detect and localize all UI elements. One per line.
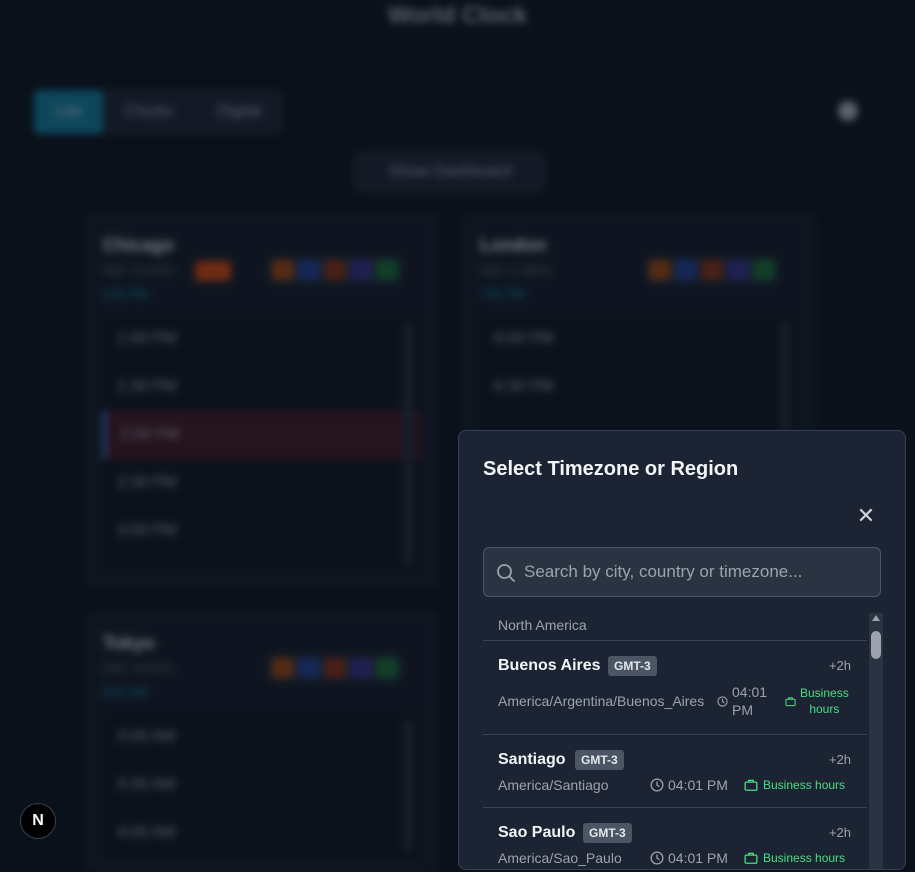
business-text: Business hours xyxy=(763,778,846,792)
timezone-list: North America Buenos Aires GMT-3 +2h Ame… xyxy=(483,613,867,869)
day-indicators xyxy=(646,257,778,283)
group-header: North America xyxy=(483,613,867,641)
search-input[interactable] xyxy=(524,548,874,596)
city-time: 4:01 AM xyxy=(103,685,148,699)
city-sub: GMT -5 (CDT) xyxy=(103,265,174,277)
timezone-offset: +2h xyxy=(828,658,851,673)
time-slot[interactable]: 3:00 PM xyxy=(103,507,421,555)
nextjs-dev-button[interactable]: N xyxy=(20,803,56,839)
tab-list[interactable]: List xyxy=(34,90,103,134)
theme-toggle-button[interactable] xyxy=(838,101,858,121)
city-card-chicago: Chicago GMT -5 (CDT) 2:01 PM 1:00 PM 1:3… xyxy=(86,214,438,586)
local-time-line: 04:01 xyxy=(732,684,768,700)
city-sub: GMT +9 (JST) xyxy=(103,663,173,675)
business-line: Business xyxy=(800,686,849,700)
scroll-up-arrow-icon[interactable] xyxy=(872,615,880,621)
city-time: 7:01 PM xyxy=(480,287,525,301)
tab-label: Clocks xyxy=(124,103,173,120)
timezone-zone: America/Argentina/Buenos_Aires xyxy=(498,693,705,709)
timezone-offset: +2h xyxy=(828,752,851,767)
time-slots: 1:00 PM 1:30 PM 2:00 PM 2:30 PM 3:00 PM xyxy=(103,315,421,571)
tab-label: List xyxy=(56,103,81,120)
business-text: Business hours xyxy=(763,851,846,865)
scroll-thumb[interactable] xyxy=(871,631,881,659)
time-slots: 3:00 AM 3:30 AM 4:00 AM xyxy=(103,713,421,857)
city-sub: GMT +1 (BST) xyxy=(480,265,552,277)
business-hours: Business hours xyxy=(744,851,845,865)
local-time: 04:01 PM xyxy=(650,777,728,793)
status-badge xyxy=(195,261,231,281)
clock-icon xyxy=(650,778,664,792)
clock-icon xyxy=(717,696,728,707)
local-time: 04:01 PM xyxy=(732,683,767,719)
time-slot[interactable]: 2:30 PM xyxy=(103,459,421,507)
search-field xyxy=(483,547,881,597)
briefcase-icon xyxy=(744,852,758,864)
gmt-badge: GMT-3 xyxy=(583,823,632,843)
briefcase-icon xyxy=(744,779,758,791)
day-indicators xyxy=(269,655,401,681)
gmt-badge: GMT-3 xyxy=(608,656,657,676)
time-slot[interactable]: 6:00 PM xyxy=(480,315,798,363)
next-badge-label: N xyxy=(32,812,44,829)
city-card-tokyo: Tokyo GMT +9 (JST) 4:01 AM 3:00 AM 3:30 … xyxy=(86,612,438,872)
time-slot[interactable]: 6:30 PM xyxy=(480,363,798,411)
local-time-text: 04:01 PM xyxy=(668,850,728,866)
timezone-modal: Select Timezone or Region ✕ North Americ… xyxy=(458,430,906,870)
tab-clocks[interactable]: Clocks xyxy=(103,90,195,134)
time-slot[interactable]: 4:00 AM xyxy=(103,809,421,857)
timezone-zone: America/Santiago xyxy=(498,777,609,793)
timezone-city: Buenos Aires xyxy=(498,657,601,674)
briefcase-icon xyxy=(785,697,796,707)
close-icon[interactable]: ✕ xyxy=(855,505,877,527)
clock-icon xyxy=(650,851,664,865)
local-time-line: PM xyxy=(732,702,753,718)
city-name: Chicago xyxy=(103,235,175,255)
time-slot[interactable]: 3:30 AM xyxy=(103,761,421,809)
time-slot-current[interactable]: 2:00 PM xyxy=(103,411,421,459)
tab-digital[interactable]: Digital xyxy=(195,90,283,134)
list-scrollbar[interactable] xyxy=(869,613,883,869)
business-hours: Business hours xyxy=(800,685,849,717)
timezone-city: Sao Paulo xyxy=(498,824,576,841)
local-time: 04:01 PM xyxy=(650,850,728,866)
scrollbar[interactable] xyxy=(403,719,413,851)
time-slot[interactable]: 1:30 PM xyxy=(103,363,421,411)
dashboard-label: Show Dashboard xyxy=(388,163,512,180)
day-indicators xyxy=(269,257,401,283)
timezone-offset: +2h xyxy=(828,825,851,840)
timezone-city: Santiago xyxy=(498,751,566,768)
city-time: 2:01 PM xyxy=(103,287,148,301)
gmt-badge: GMT-3 xyxy=(575,750,624,770)
view-tabs: List Clocks Digital xyxy=(34,90,284,134)
city-name: Tokyo xyxy=(103,633,155,653)
show-dashboard-button[interactable]: Show Dashboard xyxy=(355,152,545,192)
timezone-zone: America/Sao_Paulo xyxy=(498,850,622,866)
search-icon xyxy=(497,564,515,582)
app-title: World Clock xyxy=(387,2,528,29)
local-time-text: 04:01 PM xyxy=(668,777,728,793)
business-line: hours xyxy=(809,702,840,716)
time-slot[interactable]: 3:00 AM xyxy=(103,713,421,761)
timezone-item-buenos-aires[interactable]: Buenos Aires GMT-3 +2h America/Argentina… xyxy=(483,641,867,735)
tab-label: Digital xyxy=(216,103,262,120)
timezone-item-sao-paulo[interactable]: Sao Paulo GMT-3 +2h America/Sao_Paulo 04… xyxy=(483,808,867,869)
city-name: London xyxy=(480,235,546,255)
time-slot[interactable]: 1:00 PM xyxy=(103,315,421,363)
timezone-item-santiago[interactable]: Santiago GMT-3 +2h America/Santiago 04:0… xyxy=(483,735,867,808)
scrollbar[interactable] xyxy=(403,321,413,565)
business-hours: Business hours xyxy=(744,778,845,792)
modal-title: Select Timezone or Region xyxy=(483,458,739,480)
